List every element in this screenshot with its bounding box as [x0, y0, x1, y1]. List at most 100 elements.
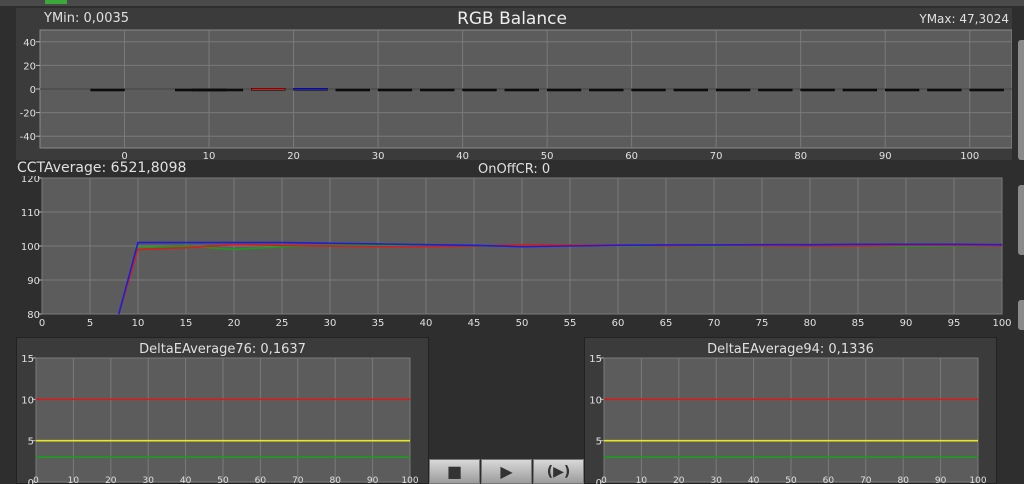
x-tick-label: 40 [748, 476, 760, 484]
bar [927, 88, 962, 92]
stop-button[interactable]: ■ [429, 459, 480, 484]
x-tick-label: 30 [372, 151, 385, 162]
bar [589, 88, 624, 92]
x-tick-label: 80 [329, 476, 341, 484]
bar [335, 88, 370, 92]
x-tick-label: 30 [142, 476, 154, 484]
x-tick-label: 30 [710, 476, 722, 484]
y-tick-label: 0 [30, 85, 36, 96]
bar [842, 88, 878, 92]
x-tick-label: 10 [68, 476, 80, 484]
play-button[interactable]: ▶ [481, 459, 532, 484]
x-tick-label: 80 [897, 476, 909, 484]
bar [462, 88, 497, 92]
x-tick-label: 90 [935, 476, 947, 484]
x-tick-label: 30 [324, 318, 337, 328]
x-tick-label: 50 [217, 476, 229, 484]
bar [504, 88, 539, 92]
side-tab-2[interactable] [1018, 185, 1024, 255]
y-tick-label: 100 [21, 242, 40, 253]
bar [673, 88, 708, 92]
x-tick-label: 10 [203, 151, 216, 162]
x-tick-label: 60 [255, 476, 267, 484]
bar [90, 88, 125, 92]
play-loop-icon: (▶) [546, 463, 571, 480]
x-tick-label: 15 [180, 318, 193, 328]
cct-average-label: CCTAverage: 6521,8098 [17, 160, 187, 176]
x-tick-label: 85 [852, 318, 865, 328]
y-tick-label: 110 [21, 208, 40, 219]
y-tick-label: -40 [20, 132, 36, 143]
play-loop-button[interactable]: (▶) [533, 459, 584, 484]
x-tick-label: 100 [969, 476, 986, 484]
x-tick-label: 10 [636, 476, 648, 484]
delta94-chart: 151050 0 10 20 30 40 50 60 70 80 90 100 [589, 354, 987, 484]
x-tick-label: 65 [660, 318, 673, 328]
bar [969, 88, 1004, 92]
x-tick-label: 20 [228, 318, 241, 328]
x-tick-label: 25 [276, 318, 289, 328]
x-tick-label: 20 [673, 476, 685, 484]
x-tick-label: 45 [468, 318, 481, 328]
y-tick-label: 120 [21, 176, 40, 185]
x-tick-label: 0 [33, 476, 39, 484]
y-tick-label: 10 [589, 395, 602, 406]
x-tick-label: 80 [804, 318, 817, 328]
delta76-chart: 151050 0 10 20 30 40 50 60 70 80 90 100 [21, 354, 419, 484]
x-tick-label: 60 [612, 318, 625, 328]
top-strip-indicator [45, 0, 67, 4]
x-tick-label: 70 [292, 476, 304, 484]
y-tick-label: 5 [28, 437, 34, 448]
x-tick-label: 0 [601, 476, 607, 484]
x-tick-label: 0 [39, 318, 45, 328]
x-tick-label: 60 [823, 476, 835, 484]
bar [208, 88, 244, 92]
bar [251, 88, 286, 91]
bar [546, 88, 582, 92]
x-tick-label: 5 [87, 318, 93, 328]
x-tick-label: 70 [708, 318, 721, 328]
y-tick-label: 15 [21, 354, 34, 365]
y-tick-label: 20 [23, 61, 36, 72]
bar [293, 88, 328, 91]
side-tab-3[interactable] [1018, 300, 1024, 330]
bar [631, 88, 666, 92]
x-tick-label: 100 [992, 318, 1011, 328]
x-tick-label: 70 [710, 151, 723, 162]
bar [377, 88, 413, 92]
x-tick-label: 40 [456, 151, 469, 162]
bar [715, 88, 751, 92]
x-tick-label: 20 [287, 151, 300, 162]
x-tick-label: 100 [960, 151, 979, 162]
y-tick-label: 5 [596, 437, 602, 448]
cct-chart: 120 110 100 90 80 0 5 10 15 20 25 30 35 40 45 50 55 60 65 7… [21, 176, 1012, 328]
x-tick-label: 35 [372, 318, 385, 328]
bar [884, 88, 920, 92]
ymax-label: YMax: 47,3024 [919, 12, 1009, 26]
x-tick-label: 80 [794, 151, 807, 162]
y-tick-label: 15 [589, 354, 602, 365]
x-tick-label: 40 [420, 318, 433, 328]
side-tab-1[interactable] [1018, 40, 1024, 160]
x-tick-label: 75 [756, 318, 769, 328]
y-tick-label: -20 [20, 109, 36, 120]
bar [800, 88, 835, 92]
x-tick-label: 90 [367, 476, 379, 484]
x-tick-label: 90 [900, 318, 913, 328]
x-tick-label: 60 [625, 151, 638, 162]
x-tick-label: 55 [564, 318, 577, 328]
rgb-balance-title: RGB Balance [457, 9, 567, 29]
y-tick-label: 40 [23, 38, 36, 49]
play-icon: ▶ [500, 462, 513, 481]
x-tick-label: 50 [516, 318, 529, 328]
stop-icon: ■ [446, 462, 463, 481]
x-tick-label: 90 [879, 151, 892, 162]
x-tick-label: 95 [948, 318, 961, 328]
bar [420, 88, 455, 92]
y-tick-label: 90 [27, 276, 40, 287]
x-tick-label: 20 [105, 476, 117, 484]
x-tick-label: 100 [401, 476, 418, 484]
x-tick-label: 50 [785, 476, 797, 484]
x-tick-label: 40 [180, 476, 192, 484]
onoffcr-label: OnOffCR: 0 [478, 162, 551, 177]
